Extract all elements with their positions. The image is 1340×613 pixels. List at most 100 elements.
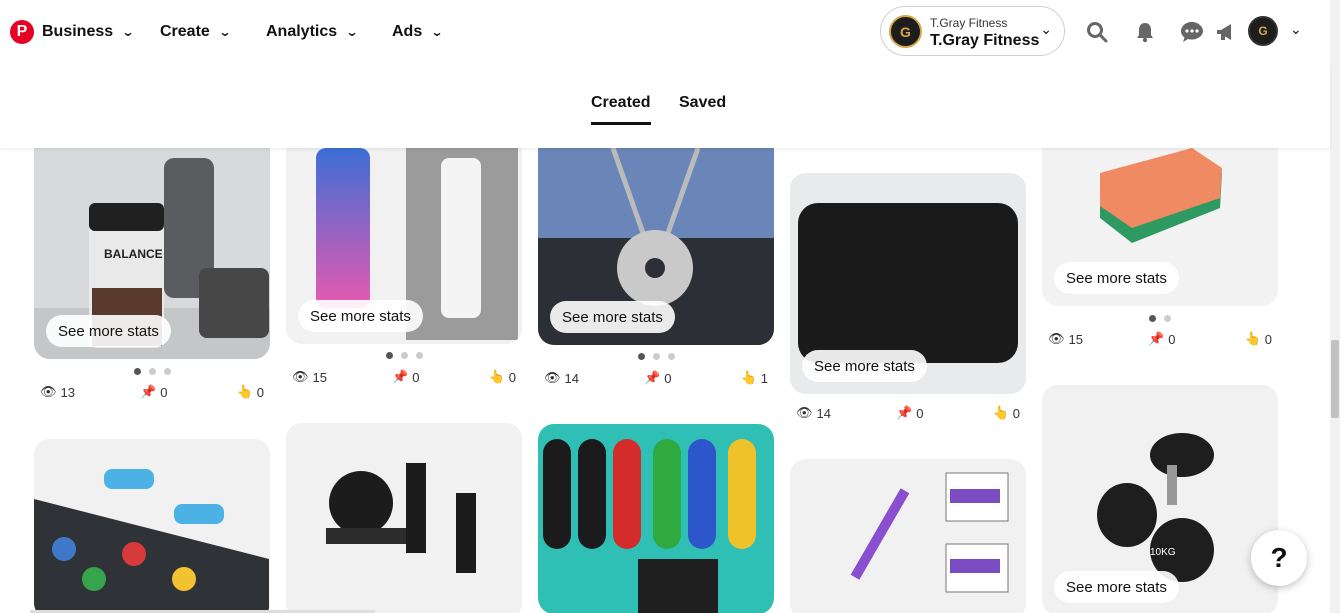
pin-image-shaker-bottles[interactable]: BALANCE See more stats	[34, 148, 270, 359]
eye-icon: 👁	[292, 369, 309, 384]
click-icon: 👆	[992, 405, 1009, 420]
carousel-dot[interactable]	[652, 353, 660, 360]
account-small-name: T.Gray Fitness	[930, 16, 1008, 30]
top-nav: P Business ⌄ Create ⌄ Analytics ⌄ Ads ⌄ …	[0, 0, 1330, 64]
carousel-dots[interactable]	[1042, 315, 1278, 322]
carousel-dot[interactable]	[148, 368, 156, 375]
see-more-stats-button[interactable]: See more stats	[802, 350, 927, 382]
click-icon: 👆	[488, 369, 505, 384]
chevron-down-icon: ⌄	[430, 25, 444, 39]
clicks-stat: 👆 0	[237, 384, 264, 400]
account-name: T.Gray Fitness	[930, 32, 1040, 49]
saves-stat: 📌 0	[896, 405, 923, 421]
tab-saved[interactable]: Saved	[679, 94, 726, 112]
saves-count: 0	[916, 405, 924, 421]
saves-count: 0	[664, 370, 672, 386]
carousel-dots[interactable]	[538, 353, 774, 360]
chevron-down-icon: ⌄	[345, 25, 359, 39]
see-more-stats-button[interactable]: See more stats	[1054, 571, 1179, 603]
pin-image-ab-roller[interactable]	[286, 423, 522, 613]
pin-image-yoga-block[interactable]: See more stats	[1042, 148, 1278, 306]
saves-count: 0	[160, 384, 168, 400]
chevron-down-icon: ⌄	[121, 25, 135, 39]
pin-stats: 👁 14 📌 0 👆 0	[796, 405, 1020, 421]
saves-count: 0	[1168, 331, 1176, 347]
svg-text:BALANCE: BALANCE	[104, 247, 163, 261]
eye-icon: 👁	[544, 370, 561, 385]
clicks-count: 0	[1012, 405, 1020, 421]
carousel-dots[interactable]	[34, 368, 270, 375]
pin-icon: 📌	[896, 405, 913, 420]
eye-icon: 👁	[796, 405, 813, 420]
clicks-stat: 👆 0	[1245, 331, 1272, 347]
menu-create-label: Create	[160, 23, 210, 40]
see-more-stats-button[interactable]: See more stats	[298, 300, 423, 332]
menu-ads[interactable]: Ads ⌄	[392, 20, 444, 44]
views-stat: 👁 15	[1048, 331, 1083, 347]
saves-stat: 📌 0	[392, 369, 419, 385]
megaphone-icon[interactable]	[1213, 18, 1241, 46]
pinterest-logo-icon[interactable]: P	[10, 20, 34, 44]
clicks-stat: 👆 0	[489, 369, 516, 385]
views-count: 15	[1068, 331, 1083, 347]
views-count: 15	[312, 369, 327, 385]
carousel-dot[interactable]	[637, 353, 645, 360]
pin-stats: 👁 15 📌 0 👆 0	[292, 369, 516, 385]
carousel-dot[interactable]	[1149, 315, 1156, 322]
chevron-down-icon: ⌄	[1040, 21, 1052, 37]
pin-stats: 👁 13 📌 0 👆 0	[40, 384, 264, 400]
saves-stat: 📌 0	[1148, 331, 1175, 347]
pin-image-resistance-bands[interactable]	[538, 424, 774, 613]
see-more-stats-button[interactable]: See more stats	[1054, 262, 1179, 294]
menu-analytics-label: Analytics	[266, 23, 338, 40]
views-stat: 👁 13	[40, 384, 75, 400]
see-more-stats-button[interactable]: See more stats	[46, 315, 171, 347]
chevron-down-icon[interactable]: ⌄	[1290, 21, 1302, 38]
help-button[interactable]: ?	[1251, 530, 1307, 586]
saves-stat: 📌 0	[140, 384, 167, 400]
clicks-count: 1	[760, 370, 768, 386]
menu-business[interactable]: Business ⌄	[42, 20, 135, 44]
click-icon: 👆	[740, 370, 757, 385]
account-avatar: G	[889, 15, 922, 48]
saves-stat: 📌 0	[644, 370, 671, 386]
search-icon[interactable]	[1083, 18, 1111, 46]
views-count: 14	[816, 405, 831, 421]
menu-analytics[interactable]: Analytics ⌄	[266, 20, 359, 44]
carousel-dot[interactable]	[385, 352, 393, 359]
account-switcher[interactable]: G T.Gray Fitness T.Gray Fitness ⌄	[880, 6, 1065, 56]
scrollbar-thumb[interactable]	[1331, 340, 1339, 418]
bell-icon[interactable]	[1131, 18, 1159, 46]
see-more-stats-button[interactable]: See more stats	[550, 301, 675, 333]
carousel-dot[interactable]	[400, 352, 408, 359]
clicks-count: 0	[508, 369, 516, 385]
carousel-dot[interactable]	[133, 368, 141, 375]
chevron-down-icon: ⌄	[218, 25, 232, 39]
click-icon: 👆	[1244, 331, 1261, 346]
carousel-dot[interactable]	[163, 368, 171, 375]
carousel-dots[interactable]	[286, 352, 522, 359]
pin-image-pilates-bar[interactable]	[790, 459, 1026, 613]
pin-image-water-bottle[interactable]: See more stats	[286, 148, 522, 344]
profile-avatar[interactable]: G	[1248, 16, 1278, 46]
vertical-scrollbar[interactable]	[1330, 0, 1340, 613]
pin-image-black-bag[interactable]: See more stats	[790, 173, 1026, 394]
views-stat: 👁 14	[544, 370, 579, 386]
pin-icon: 📌	[140, 384, 157, 399]
views-stat: 👁 15	[292, 369, 327, 385]
tab-created[interactable]: Created	[591, 94, 651, 125]
pin-image-necklace[interactable]: See more stats	[538, 148, 774, 345]
carousel-dot[interactable]	[415, 352, 423, 359]
pin-image-pushup-board[interactable]	[34, 439, 270, 613]
menu-business-label: Business	[42, 23, 114, 40]
menu-create[interactable]: Create ⌄	[160, 20, 232, 44]
clicks-stat: 👆 0	[993, 405, 1020, 421]
carousel-dot[interactable]	[667, 353, 675, 360]
pin-icon: 📌	[644, 370, 661, 385]
eye-icon: 👁	[1048, 331, 1065, 346]
saves-count: 0	[412, 369, 420, 385]
pin-image-dumbbells[interactable]: 10KG See more stats	[1042, 385, 1278, 613]
svg-text:10KG: 10KG	[1150, 547, 1176, 558]
carousel-dot[interactable]	[1164, 315, 1171, 322]
messages-icon[interactable]	[1178, 18, 1206, 46]
